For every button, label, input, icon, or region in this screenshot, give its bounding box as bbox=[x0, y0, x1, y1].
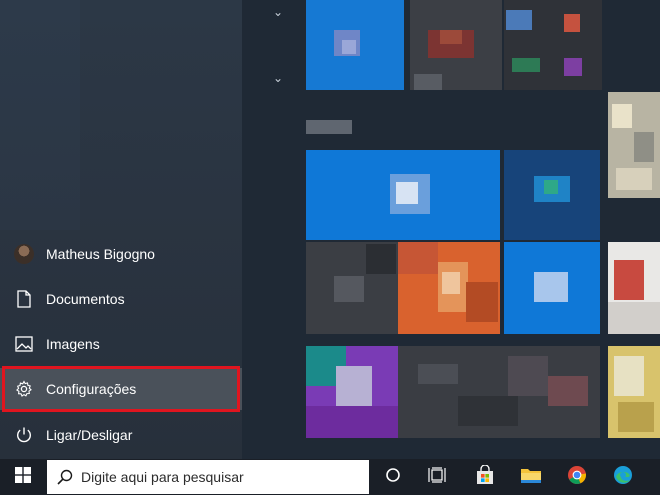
app-tile[interactable] bbox=[306, 242, 398, 334]
app-tile[interactable] bbox=[608, 92, 660, 198]
app-tile[interactable] bbox=[608, 242, 660, 334]
chevron-down-icon[interactable]: ⌄ bbox=[272, 72, 284, 84]
taskbar bbox=[0, 459, 660, 495]
app-tile[interactable] bbox=[306, 346, 398, 438]
edge-icon bbox=[613, 465, 633, 490]
file-explorer-button[interactable] bbox=[508, 459, 554, 495]
images-item[interactable]: Imagens bbox=[0, 323, 242, 365]
windows-icon bbox=[15, 466, 31, 488]
start-button[interactable] bbox=[0, 459, 46, 495]
power-item[interactable]: Ligar/Desligar bbox=[0, 414, 242, 456]
edge-button[interactable] bbox=[600, 459, 646, 495]
images-label: Imagens bbox=[46, 336, 100, 352]
chrome-button[interactable] bbox=[554, 459, 600, 495]
app-tile[interactable] bbox=[504, 242, 600, 334]
store-icon bbox=[475, 463, 495, 490]
app-tile[interactable] bbox=[504, 0, 602, 90]
search-icon bbox=[57, 469, 73, 490]
app-tile[interactable] bbox=[306, 150, 500, 240]
app-tile[interactable] bbox=[398, 242, 500, 334]
app-tile[interactable] bbox=[306, 0, 404, 90]
task-view-icon bbox=[428, 466, 446, 488]
image-icon bbox=[14, 334, 34, 354]
store-button[interactable] bbox=[462, 459, 508, 495]
cortana-button[interactable] bbox=[370, 459, 416, 495]
user-avatar bbox=[14, 244, 34, 264]
power-icon bbox=[14, 425, 34, 445]
user-account-item[interactable]: Matheus Bigogno bbox=[0, 233, 242, 275]
file-explorer-icon bbox=[520, 466, 542, 489]
power-label: Ligar/Desligar bbox=[46, 427, 133, 443]
chrome-icon bbox=[567, 465, 587, 490]
document-icon bbox=[14, 289, 34, 309]
start-menu-left-panel: Matheus Bigogno Documentos Imagens Confi… bbox=[0, 0, 242, 459]
app-tile[interactable] bbox=[398, 346, 600, 438]
documents-label: Documentos bbox=[46, 291, 125, 307]
cortana-icon bbox=[385, 467, 401, 488]
app-tile[interactable] bbox=[504, 150, 600, 240]
taskbar-search[interactable] bbox=[47, 460, 369, 494]
app-tile[interactable] bbox=[410, 0, 502, 90]
highlight-annotation-box bbox=[2, 366, 240, 412]
search-input[interactable] bbox=[81, 467, 361, 487]
chevron-down-icon[interactable]: ⌄ bbox=[272, 6, 284, 18]
tiles-area: ⌄ ⌄ bbox=[242, 0, 660, 459]
user-name-label: Matheus Bigogno bbox=[46, 246, 155, 262]
documents-item[interactable]: Documentos bbox=[0, 278, 242, 320]
app-tile[interactable] bbox=[608, 346, 660, 438]
task-view-button[interactable] bbox=[414, 459, 460, 495]
